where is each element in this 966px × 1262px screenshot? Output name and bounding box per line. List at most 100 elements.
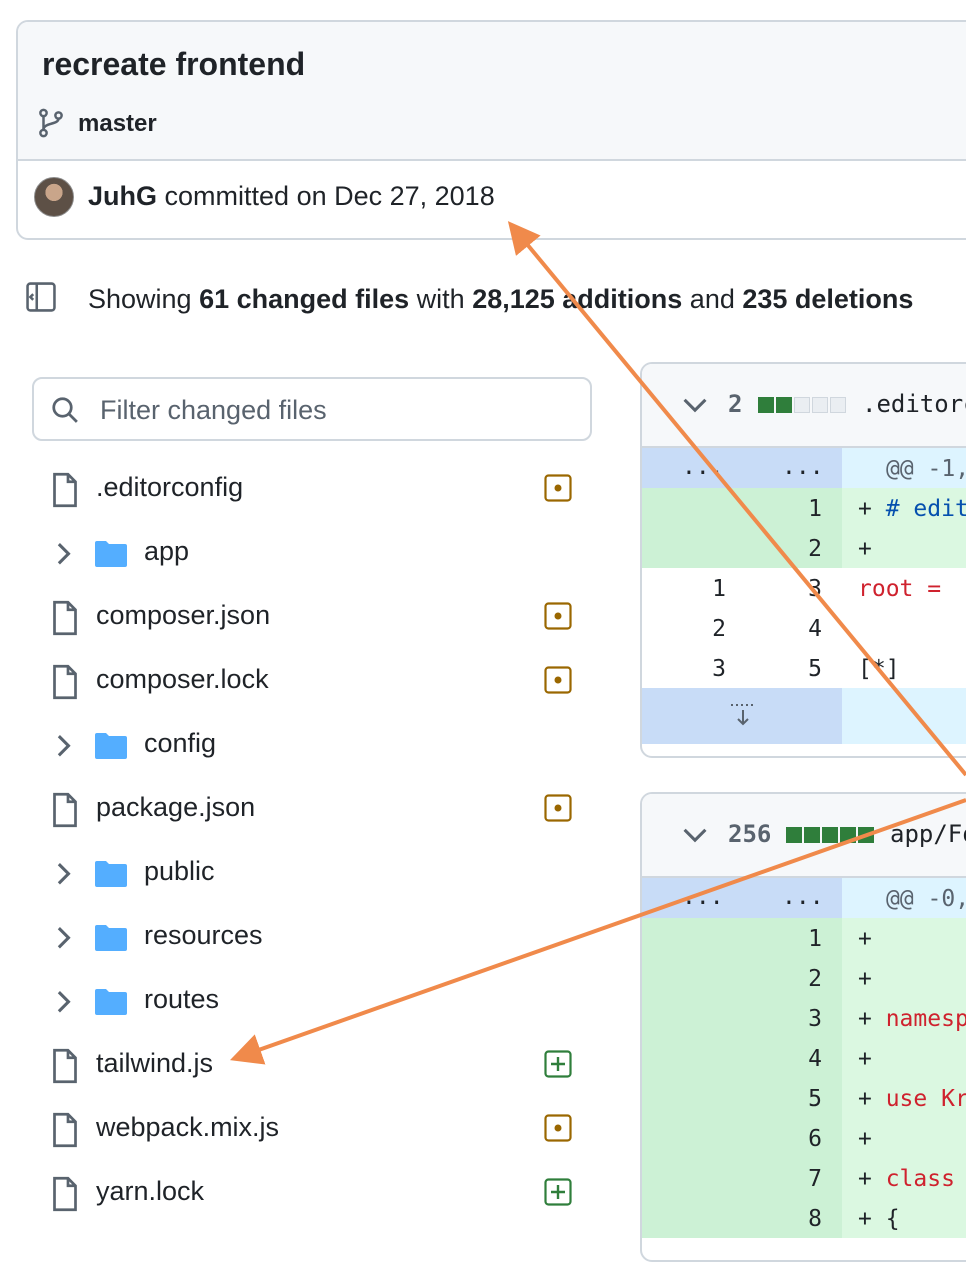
new-line-number[interactable]: 5 xyxy=(762,656,822,682)
diffstat-blocks xyxy=(786,827,874,843)
diffstat-add-block xyxy=(786,827,802,843)
code-text: + class xyxy=(858,1166,955,1192)
file-added-icon xyxy=(544,1178,572,1206)
author-link[interactable]: JuhG xyxy=(88,181,157,211)
hunk-header: ...... @@ -0, xyxy=(642,878,966,918)
diffstat-add-block xyxy=(822,827,838,843)
file-icon xyxy=(50,1112,80,1148)
chevron-right-icon[interactable] xyxy=(52,924,74,950)
tree-folder-item[interactable]: public xyxy=(32,842,592,906)
code-text: + xyxy=(858,926,872,952)
diff-line: 1 + # edit xyxy=(642,488,966,528)
tree-item-label: resources xyxy=(144,920,263,950)
diffstat-add-block xyxy=(804,827,820,843)
code-text: + # edit xyxy=(858,496,966,522)
tree-folder-item[interactable]: config xyxy=(32,714,592,778)
new-line-number[interactable]: 1 xyxy=(762,926,822,952)
diff-file-header: 2 .editorc xyxy=(642,364,966,448)
expand-dots[interactable]: ... xyxy=(782,454,824,480)
tree-file-item[interactable]: composer.json xyxy=(32,586,592,650)
tree-file-item[interactable]: tailwind.js xyxy=(32,1034,592,1098)
diff-filename[interactable]: app/Fo xyxy=(890,820,966,848)
file-tree: .editorconfig app composer.json composer.lo… xyxy=(32,458,592,1226)
code-text: + namesp xyxy=(858,1006,966,1032)
file-icon xyxy=(50,792,80,828)
commit-date: committed on Dec 27, 2018 xyxy=(164,181,495,211)
file-modified-icon xyxy=(544,474,572,502)
tree-item-label: config xyxy=(144,728,217,758)
tree-file-item[interactable]: yarn.lock xyxy=(32,1162,592,1226)
diff-line: 24 xyxy=(642,608,966,648)
branch-name[interactable]: master xyxy=(78,110,157,138)
file-modified-icon xyxy=(544,602,572,630)
diff-line: 4 + xyxy=(642,1038,966,1078)
git-branch-icon xyxy=(39,108,63,138)
new-line-number[interactable]: 7 xyxy=(762,1166,822,1192)
new-line-number[interactable]: 3 xyxy=(762,1006,822,1032)
expand-dots[interactable]: ... xyxy=(682,884,724,910)
chevron-down-icon[interactable] xyxy=(682,394,708,416)
old-line-number[interactable]: 2 xyxy=(666,616,726,642)
diffstat-add-block xyxy=(840,827,856,843)
new-line-number[interactable]: 5 xyxy=(762,1086,822,1112)
diff-line: 3 + namesp xyxy=(642,998,966,1038)
new-line-number[interactable]: 4 xyxy=(762,1046,822,1072)
tree-file-item[interactable]: package.json xyxy=(32,778,592,842)
expand-row[interactable] xyxy=(642,688,966,744)
tree-folder-item[interactable]: app xyxy=(32,522,592,586)
diffstat-neutral-block xyxy=(812,397,828,413)
tree-item-label: yarn.lock xyxy=(96,1176,205,1206)
chevron-right-icon[interactable] xyxy=(52,732,74,758)
new-line-number[interactable]: 2 xyxy=(762,536,822,562)
folder-icon xyxy=(94,540,128,568)
new-line-number[interactable]: 4 xyxy=(762,616,822,642)
old-line-number[interactable]: 1 xyxy=(666,576,726,602)
tree-folder-item[interactable]: resources xyxy=(32,906,592,970)
expand-dots[interactable]: ... xyxy=(682,454,724,480)
diff-filename[interactable]: .editorc xyxy=(862,390,966,418)
tree-item-label: webpack.mix.js xyxy=(96,1112,280,1142)
diff-line: 2 + xyxy=(642,528,966,568)
tree-item-label: composer.lock xyxy=(96,664,269,694)
chevron-down-icon[interactable] xyxy=(682,824,708,846)
chevron-right-icon[interactable] xyxy=(52,988,74,1014)
diffstat-blocks xyxy=(758,397,846,413)
diff-line: 5 + use Kr xyxy=(642,1078,966,1118)
new-line-number[interactable]: 6 xyxy=(762,1126,822,1152)
file-icon xyxy=(50,472,80,508)
file-added-icon xyxy=(544,1050,572,1078)
commit-header: recreate frontend master JuhG committed … xyxy=(16,20,966,240)
expand-dots[interactable]: ... xyxy=(782,884,824,910)
commit-title-area: recreate frontend master xyxy=(18,22,966,161)
tree-file-item[interactable]: composer.lock xyxy=(32,650,592,714)
diff-line: 1 3 root = xyxy=(642,568,966,608)
chevron-right-icon[interactable] xyxy=(52,860,74,886)
unfold-icon[interactable] xyxy=(728,702,758,730)
tree-item-label: tailwind.js xyxy=(96,1048,214,1078)
deletions-count: 235 deletions xyxy=(742,284,914,314)
code-text: + { xyxy=(858,1206,900,1232)
file-modified-icon xyxy=(544,666,572,694)
tree-file-item[interactable]: .editorconfig xyxy=(32,458,592,522)
filter-input[interactable] xyxy=(98,389,582,431)
tree-folder-item[interactable]: routes xyxy=(32,970,592,1034)
tree-file-item[interactable]: webpack.mix.js xyxy=(32,1098,592,1162)
folder-icon xyxy=(94,732,128,760)
diff-panel: 256app/Fo......@@ -0,1+ 2+3+ namesp4+5+ … xyxy=(640,792,966,1262)
new-line-number[interactable]: 2 xyxy=(762,966,822,992)
additions-count: 28,125 additions xyxy=(472,284,683,314)
diff-file-header: 256 app/Fo xyxy=(642,794,966,878)
avatar[interactable] xyxy=(34,177,74,217)
tree-item-label: routes xyxy=(144,984,220,1014)
sidebar-toggle-icon[interactable] xyxy=(24,280,58,314)
diff-summary: Showing 61 changed files with 28,125 add… xyxy=(88,284,914,314)
chevron-right-icon[interactable] xyxy=(52,540,74,566)
hunk-text: @@ -0, xyxy=(886,886,966,912)
old-line-number[interactable]: 3 xyxy=(666,656,726,682)
commit-title: recreate frontend xyxy=(42,46,306,82)
code-text: + xyxy=(858,536,872,562)
code-text: + xyxy=(858,966,872,992)
new-line-number[interactable]: 8 xyxy=(762,1206,822,1232)
new-line-number[interactable]: 1 xyxy=(762,496,822,522)
new-line-number[interactable]: 3 xyxy=(762,576,822,602)
